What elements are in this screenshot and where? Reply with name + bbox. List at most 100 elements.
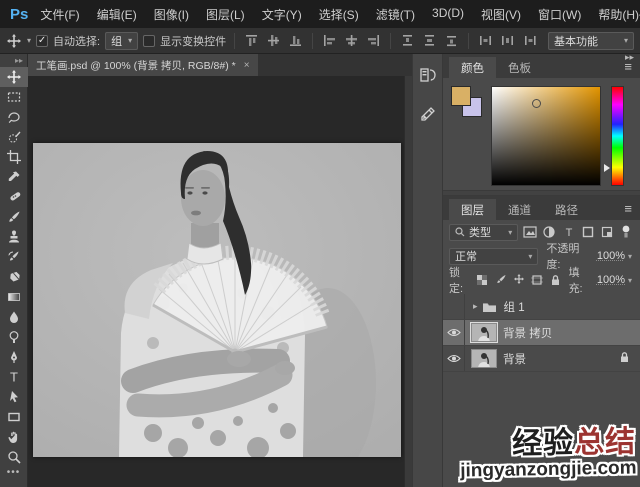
dock-collapse-icon[interactable]: ▸▸ <box>625 52 634 63</box>
distribute-left-edges-icon[interactable] <box>477 33 494 48</box>
toolbar-collapse-icon[interactable]: ▸▸ <box>0 54 27 67</box>
layer-row-background[interactable]: 背景 <box>443 346 640 372</box>
menu-filter[interactable]: 滤镜(T) <box>376 6 415 23</box>
align-left-edges-icon[interactable] <box>321 33 338 48</box>
distribute-bottom-edges-icon[interactable] <box>443 33 460 48</box>
filter-pixel-layers-icon[interactable] <box>522 224 537 240</box>
layer-row-group1[interactable]: ▸ 组 1 <box>443 294 640 320</box>
tool-blur[interactable] <box>0 307 28 327</box>
lock-transparent-pixels-icon[interactable] <box>475 272 489 288</box>
distribute-horizontal-centers-icon[interactable] <box>499 33 516 48</box>
align-vertical-centers-icon[interactable] <box>265 33 282 48</box>
menu-select[interactable]: 选择(S) <box>319 6 359 23</box>
tab-layers[interactable]: 图层 <box>449 199 496 220</box>
tool-path-selection[interactable] <box>0 387 28 407</box>
tool-spot-healing-brush[interactable] <box>0 187 28 207</box>
lock-artboard-icon[interactable] <box>530 272 544 288</box>
canvas-image[interactable] <box>33 143 401 457</box>
divider <box>312 33 313 49</box>
color-panel-tabs: ▸▸ 颜色 色板 ≡ <box>443 54 640 78</box>
tab-color[interactable]: 颜色 <box>449 57 496 78</box>
tool-hand[interactable] <box>0 427 28 447</box>
menu-file[interactable]: 文件(F) <box>40 6 79 23</box>
align-top-edges-icon[interactable] <box>243 33 260 48</box>
tab-swatches[interactable]: 色板 <box>496 57 543 78</box>
menu-view[interactable]: 视图(V) <box>481 6 521 23</box>
visibility-toggle[interactable] <box>443 346 465 371</box>
tab-paths[interactable]: 路径 <box>543 199 590 220</box>
align-right-edges-icon[interactable] <box>365 33 382 48</box>
tool-brush[interactable] <box>0 207 28 227</box>
align-horizontal-centers-icon[interactable] <box>343 33 360 48</box>
distribute-vertical-centers-icon[interactable] <box>421 33 438 48</box>
menu-edit[interactable]: 编辑(E) <box>97 6 137 23</box>
hue-slider[interactable] <box>611 86 624 186</box>
filter-shape-layers-icon[interactable] <box>580 224 595 240</box>
filter-type-layers-icon[interactable]: T <box>561 224 576 240</box>
tool-clone-stamp[interactable] <box>0 227 28 247</box>
auto-select-checkbox[interactable]: ✓ <box>36 35 48 47</box>
history-panel-icon[interactable] <box>419 66 437 87</box>
menu-3d[interactable]: 3D(D) <box>432 6 464 23</box>
lock-image-pixels-icon[interactable] <box>494 272 508 288</box>
filter-smart-objects-icon[interactable] <box>599 224 614 240</box>
distribute-top-edges-icon[interactable] <box>399 33 416 48</box>
menu-type[interactable]: 文字(Y) <box>262 6 302 23</box>
tool-crop[interactable] <box>0 147 28 167</box>
photoshop-window: Ps 文件(F) 编辑(E) 图像(I) 图层(L) 文字(Y) 选择(S) 滤… <box>0 0 640 487</box>
hue-slider-arrow-icon[interactable] <box>604 164 610 172</box>
tool-eraser[interactable] <box>0 267 28 287</box>
tool-lasso[interactable] <box>0 107 28 127</box>
show-transform-checkbox[interactable]: ✓ <box>143 35 155 47</box>
tool-quick-selection[interactable] <box>0 127 28 147</box>
lock-position-icon[interactable] <box>512 272 526 288</box>
menu-layer[interactable]: 图层(L) <box>206 6 245 23</box>
tool-preset-caret-icon[interactable]: ▾ <box>27 36 31 45</box>
align-bottom-edges-icon[interactable] <box>287 33 304 48</box>
tool-gradient[interactable] <box>0 287 28 307</box>
menu-image[interactable]: 图像(I) <box>154 6 189 23</box>
tool-pen[interactable] <box>0 347 28 367</box>
canvas-vertical-scrollbar[interactable] <box>404 76 412 487</box>
tool-rectangular-marquee[interactable] <box>0 87 28 107</box>
saturation-brightness-field[interactable] <box>491 86 601 186</box>
canvas-workspace[interactable] <box>28 76 412 487</box>
visibility-toggle[interactable] <box>443 320 465 345</box>
foreground-color-swatch[interactable] <box>451 86 471 106</box>
search-icon <box>455 227 465 237</box>
fill-dropdown[interactable]: 100%▾ <box>595 272 634 289</box>
filter-toggle-icon[interactable] <box>619 224 634 240</box>
tool-move[interactable] <box>0 67 28 87</box>
toolbar-overflow-icon[interactable]: ••• <box>0 467 27 478</box>
distribute-right-edges-icon[interactable] <box>521 33 538 48</box>
menu-help[interactable]: 帮助(H) <box>598 6 639 23</box>
group-expand-icon[interactable]: ▸ <box>473 301 478 312</box>
lock-all-icon[interactable] <box>548 272 562 288</box>
layer-name[interactable]: 组 1 <box>504 299 525 315</box>
panel-menu-icon[interactable]: ≡ <box>624 201 632 216</box>
workspace-switcher[interactable]: 基本功能▾ <box>548 32 634 50</box>
layer-name[interactable]: 背景 拷贝 <box>503 325 552 341</box>
tool-eyedropper[interactable] <box>0 167 28 187</box>
tab-close-icon[interactable]: × <box>244 60 250 71</box>
tab-channels[interactable]: 通道 <box>496 199 543 220</box>
layer-thumbnail[interactable] <box>471 349 497 368</box>
filter-adjustment-layers-icon[interactable] <box>542 224 557 240</box>
tool-type[interactable]: T <box>0 367 28 387</box>
auto-select-dropdown[interactable]: 组▾ <box>105 32 138 50</box>
document-tab[interactable]: 工笔画.psd @ 100% (背景 拷贝, RGB/8#) * × <box>28 54 258 76</box>
tool-rectangle-shape[interactable] <box>0 407 28 427</box>
layer-name[interactable]: 背景 <box>503 351 526 367</box>
color-picker-marker[interactable] <box>532 99 541 108</box>
opacity-dropdown[interactable]: 100%▾ <box>595 248 634 265</box>
layer-row-background-copy[interactable]: 背景 拷贝 <box>443 320 640 346</box>
menu-window[interactable]: 窗口(W) <box>538 6 581 23</box>
properties-panel-icon[interactable] <box>419 105 437 126</box>
visibility-toggle-empty[interactable] <box>443 294 465 319</box>
layer-filter-type-dropdown[interactable]: 类型 ▾ <box>449 224 518 241</box>
tool-history-brush[interactable] <box>0 247 28 267</box>
blend-mode-dropdown[interactable]: 正常▾ <box>449 248 538 265</box>
layer-thumbnail[interactable] <box>471 323 497 342</box>
tool-zoom[interactable] <box>0 447 28 467</box>
tool-dodge[interactable] <box>0 327 28 347</box>
